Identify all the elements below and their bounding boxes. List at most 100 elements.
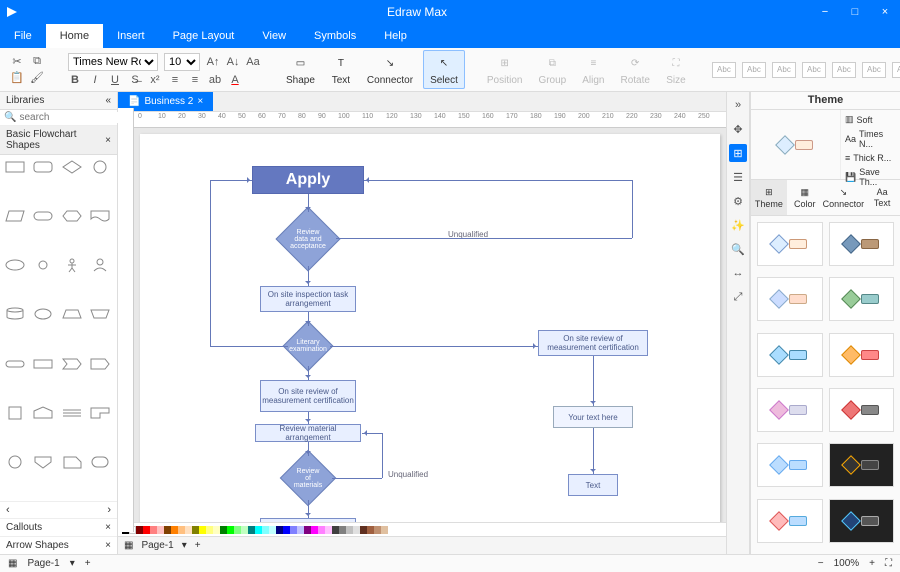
node-onsite-review2[interactable]: On site review of measurement certificat… (538, 330, 648, 356)
shape-flag[interactable] (89, 405, 111, 421)
style-swatch-5[interactable]: Abc (832, 62, 856, 78)
side-theme-icon[interactable]: ⊞ (729, 144, 747, 162)
menu-file[interactable]: File (0, 24, 46, 48)
shape-pent[interactable] (89, 356, 111, 372)
menu-home[interactable]: Home (46, 24, 103, 48)
node-review-materials[interactable]: Review of materials (288, 458, 328, 498)
section-basic[interactable]: Basic Flowchart Shapes (6, 129, 105, 151)
shape-house[interactable] (32, 405, 54, 421)
theme-item[interactable] (757, 443, 823, 487)
shape-circle[interactable] (89, 159, 111, 175)
shape-rnd[interactable] (89, 454, 111, 470)
section-arrows[interactable]: Arrow Shapes (6, 540, 69, 551)
shape-pill[interactable] (4, 356, 26, 372)
shape-hex[interactable] (61, 208, 83, 224)
select-tool[interactable]: ↖Select (423, 50, 465, 89)
side-ai-icon[interactable]: ✨ (729, 216, 747, 234)
align-tool[interactable]: ≡Align (576, 51, 610, 88)
node-text[interactable]: Text (568, 474, 618, 496)
shape-trap2[interactable] (89, 306, 111, 322)
shape-cyl[interactable] (4, 306, 26, 322)
shape-chev[interactable] (61, 356, 83, 372)
style-swatch-7[interactable]: Abc (892, 62, 900, 78)
strike-icon[interactable]: S̶ (128, 73, 142, 87)
node-review-material[interactable]: Review material arrangement (255, 424, 361, 442)
section-callouts[interactable]: Callouts (6, 522, 42, 533)
prop-font[interactable]: AaTimes N... (841, 127, 900, 151)
clear-format-icon[interactable]: Aa (246, 55, 260, 69)
font-size-select[interactable]: 10 (164, 53, 200, 71)
theme-item[interactable] (829, 443, 895, 487)
rtab-connector[interactable]: ↘Connector (823, 180, 865, 215)
node-onsite-task[interactable]: On site inspection task arrangement (260, 286, 356, 312)
position-tool[interactable]: ⊞Position (481, 51, 529, 88)
shape-rounded[interactable] (32, 159, 54, 175)
format-painter-icon[interactable]: 🖌 (30, 71, 44, 85)
side-expand-icon[interactable]: » (729, 96, 747, 114)
status-grid-icon[interactable]: ▦ (8, 558, 17, 569)
node-review-data[interactable]: Review data and acceptance (285, 216, 331, 262)
shape-ellipse[interactable] (4, 257, 26, 273)
shape-dot[interactable] (32, 257, 54, 273)
menu-view[interactable]: View (248, 24, 300, 48)
increase-font-icon[interactable]: A↑ (206, 55, 220, 69)
collapse-icon[interactable]: « (105, 95, 111, 106)
side-pan-icon[interactable]: ✥ (729, 120, 747, 138)
rtab-theme[interactable]: ⊞Theme (751, 180, 787, 215)
canvas[interactable]: Apply Review data and acceptance On site… (134, 128, 726, 522)
shape-doc[interactable] (89, 208, 111, 224)
shape-rect[interactable] (4, 159, 26, 175)
shape-shield[interactable] (32, 454, 54, 470)
node-onsite-review[interactable]: On site review of measurement certificat… (260, 380, 356, 412)
shape-rect2[interactable] (32, 356, 54, 372)
connector-tool[interactable]: ↘Connector (361, 51, 419, 88)
font-color-icon[interactable]: A (228, 73, 242, 87)
shape-trap[interactable] (61, 306, 83, 322)
theme-item[interactable] (757, 222, 823, 266)
node-apply[interactable]: Apply (252, 166, 364, 194)
shape-disk[interactable] (32, 306, 54, 322)
rtab-color[interactable]: ▦Color (787, 180, 823, 215)
align-icon[interactable]: ≡ (188, 73, 202, 87)
shape-lines[interactable] (61, 405, 83, 421)
pager-grid-icon[interactable]: ▦ (124, 540, 133, 551)
nav-left[interactable]: ‹ (6, 504, 10, 516)
theme-item[interactable] (757, 499, 823, 543)
text-tool[interactable]: TText (325, 51, 357, 88)
copy-icon[interactable]: ⧉ (30, 55, 44, 69)
maximize-button[interactable]: □ (840, 0, 870, 24)
theme-item[interactable] (757, 333, 823, 377)
style-swatch-4[interactable]: Abc (802, 62, 826, 78)
highlight-icon[interactable]: ab (208, 73, 222, 87)
style-swatch-3[interactable]: Abc (772, 62, 796, 78)
nav-right[interactable]: › (107, 504, 111, 516)
shape-stick[interactable] (61, 257, 83, 273)
style-swatch-1[interactable]: Abc (712, 62, 736, 78)
shape-diamond[interactable] (61, 159, 83, 175)
node-your-text[interactable]: Your text here (553, 406, 633, 428)
node-literary[interactable]: Literary examination (290, 328, 326, 364)
tab-close-icon[interactable]: × (197, 96, 203, 107)
bold-icon[interactable]: B (68, 73, 82, 87)
super-icon[interactable]: x² (148, 73, 162, 87)
prop-line[interactable]: ≡Thick R... (841, 151, 900, 165)
menu-symbols[interactable]: Symbols (300, 24, 370, 48)
shape-sq[interactable] (4, 405, 26, 421)
shape-note[interactable] (61, 454, 83, 470)
rotate-tool[interactable]: ⟳Rotate (614, 51, 655, 88)
theme-item[interactable] (757, 388, 823, 432)
minimize-button[interactable]: − (810, 0, 840, 24)
theme-item[interactable] (757, 277, 823, 321)
paste-icon[interactable]: 📋 (10, 71, 24, 85)
size-tool[interactable]: ⛶Size (660, 51, 692, 88)
fit-icon[interactable]: ⛶ (885, 558, 892, 569)
shape-circ2[interactable] (4, 454, 26, 470)
font-family-select[interactable]: Times New Roman (68, 53, 158, 71)
side-zoom-icon[interactable]: ⤢ (729, 288, 747, 306)
menu-page-layout[interactable]: Page Layout (159, 24, 249, 48)
side-search-icon[interactable]: 🔍 (729, 240, 747, 258)
shape-tool[interactable]: ▭Shape (280, 51, 321, 88)
status-page[interactable]: Page-1 (27, 558, 59, 569)
shape-actor[interactable] (89, 257, 111, 273)
decrease-font-icon[interactable]: A↓ (226, 55, 240, 69)
